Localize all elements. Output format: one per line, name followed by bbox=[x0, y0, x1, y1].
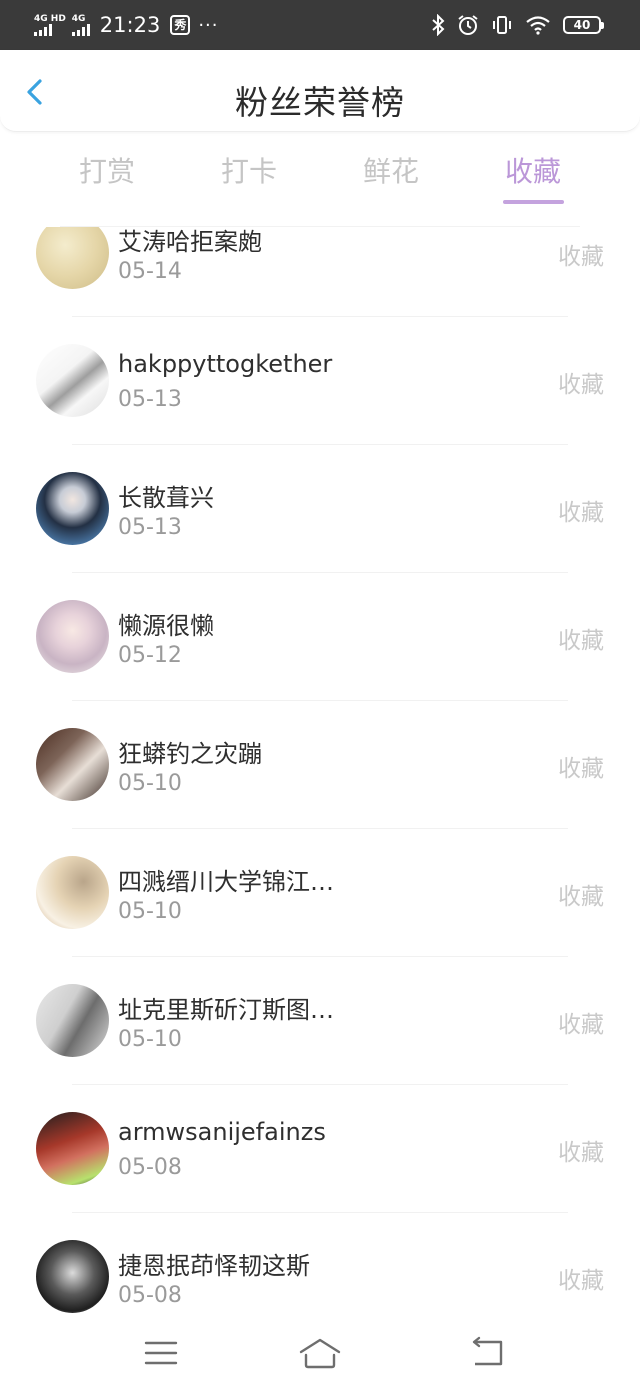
bluetooth-icon bbox=[432, 14, 445, 36]
avatar[interactable] bbox=[36, 472, 109, 545]
signal-bars-icon bbox=[71, 23, 90, 36]
action-label: 收藏 bbox=[558, 244, 604, 270]
list-item[interactable]: hakppyttogkether 05-13 收藏 bbox=[0, 317, 640, 445]
user-name: 艾涛哈拒案皰 bbox=[118, 228, 262, 256]
avatar[interactable] bbox=[36, 728, 109, 801]
status-left: 4G HD 4G 21:23 秀 ··· bbox=[34, 8, 219, 42]
status-bar: 4G HD 4G 21:23 秀 ··· 40 bbox=[0, 0, 640, 50]
item-date: 05-10 bbox=[118, 899, 182, 924]
wifi-icon bbox=[526, 16, 550, 35]
tab-reward[interactable]: 打赏 bbox=[62, 150, 152, 190]
signal-2: 4G bbox=[71, 13, 90, 36]
tab-favorites[interactable]: 收藏 bbox=[488, 150, 578, 190]
back-arrow-icon bbox=[472, 1336, 503, 1366]
item-date: 05-08 bbox=[118, 1155, 182, 1180]
avatar[interactable] bbox=[36, 600, 109, 673]
list-item[interactable]: 长散葺兴 05-13 收藏 bbox=[0, 445, 640, 573]
action-label: 收藏 bbox=[558, 1012, 604, 1038]
user-name: 狂蟒钓之灾蹦 bbox=[118, 740, 262, 768]
list-item[interactable]: 狂蟒钓之灾蹦 05-10 收藏 bbox=[0, 701, 640, 829]
vibrate-icon bbox=[493, 16, 511, 34]
user-name: 址克里斯斫汀斯图… bbox=[118, 996, 334, 1024]
avatar[interactable] bbox=[36, 1112, 109, 1185]
action-label: 收藏 bbox=[558, 756, 604, 782]
signal-1-label: 4G HD bbox=[34, 13, 66, 24]
list-item[interactable]: 四溅缙川大学锦江… 05-10 收藏 bbox=[0, 829, 640, 957]
user-name: armwsanijefainzs bbox=[118, 1118, 326, 1146]
signal-2-label: 4G bbox=[71, 13, 86, 24]
user-name: hakppyttogkether bbox=[118, 350, 333, 378]
avatar[interactable] bbox=[36, 1240, 109, 1313]
item-date: 05-12 bbox=[118, 643, 182, 668]
user-name: 懒源很懒 bbox=[118, 612, 214, 640]
home-icon bbox=[299, 1338, 341, 1369]
item-date: 05-13 bbox=[118, 515, 182, 540]
item-date: 05-10 bbox=[118, 771, 182, 796]
avatar[interactable] bbox=[36, 227, 109, 289]
signal-bars-icon bbox=[34, 23, 52, 36]
tab-flowers[interactable]: 鲜花 bbox=[346, 150, 436, 190]
app-badge-icon: 秀 bbox=[170, 15, 191, 35]
status-right: 40 bbox=[431, 10, 604, 40]
item-date: 05-10 bbox=[118, 1027, 182, 1052]
user-name: 捷恩抿茚怿韧这斯 bbox=[118, 1252, 310, 1280]
clock: 21:23 bbox=[99, 13, 161, 37]
signal-1: 4G HD bbox=[34, 13, 66, 36]
item-date: 05-08 bbox=[118, 1283, 182, 1308]
list-item[interactable]: 捷恩抿茚怿韧这斯 05-08 收藏 bbox=[0, 1213, 640, 1322]
action-label: 收藏 bbox=[558, 884, 604, 910]
home-button[interactable] bbox=[298, 1334, 342, 1374]
action-label: 收藏 bbox=[558, 1268, 604, 1294]
back-nav-button[interactable] bbox=[466, 1334, 510, 1374]
battery-icon: 40 bbox=[563, 16, 604, 34]
battery-level: 40 bbox=[563, 16, 601, 34]
avatar[interactable] bbox=[36, 984, 109, 1057]
action-label: 收藏 bbox=[558, 1140, 604, 1166]
action-label: 收藏 bbox=[558, 628, 604, 654]
menu-icon bbox=[144, 1341, 178, 1365]
user-name: 长散葺兴 bbox=[118, 484, 214, 512]
list-item[interactable]: 艾涛哈拒案皰 05-14 收藏 bbox=[0, 227, 640, 317]
fan-list[interactable]: 艾涛哈拒案皰 05-14 收藏 hakppyttogkether 05-13 收… bbox=[0, 227, 640, 1322]
avatar[interactable] bbox=[36, 856, 109, 929]
more-notifications: ··· bbox=[198, 14, 219, 36]
user-name: 四溅缙川大学锦江… bbox=[118, 868, 334, 896]
list-item[interactable]: 懒源很懒 05-12 收藏 bbox=[0, 573, 640, 701]
system-nav-bar bbox=[0, 1322, 640, 1387]
tab-checkin[interactable]: 打卡 bbox=[204, 150, 294, 190]
active-tab-indicator bbox=[503, 200, 564, 204]
page-title: 粉丝荣誉榜 bbox=[235, 83, 405, 122]
action-label: 收藏 bbox=[558, 372, 604, 398]
list-item[interactable]: armwsanijefainzs 05-08 收藏 bbox=[0, 1085, 640, 1213]
action-label: 收藏 bbox=[558, 500, 604, 526]
item-date: 05-13 bbox=[118, 387, 182, 412]
avatar[interactable] bbox=[36, 344, 109, 417]
alarm-icon bbox=[458, 15, 478, 35]
list-item[interactable]: 址克里斯斫汀斯图… 05-10 收藏 bbox=[0, 957, 640, 1085]
item-date: 05-14 bbox=[118, 259, 182, 284]
header: 粉丝荣誉榜 bbox=[0, 50, 640, 132]
menu-button[interactable] bbox=[139, 1334, 183, 1374]
